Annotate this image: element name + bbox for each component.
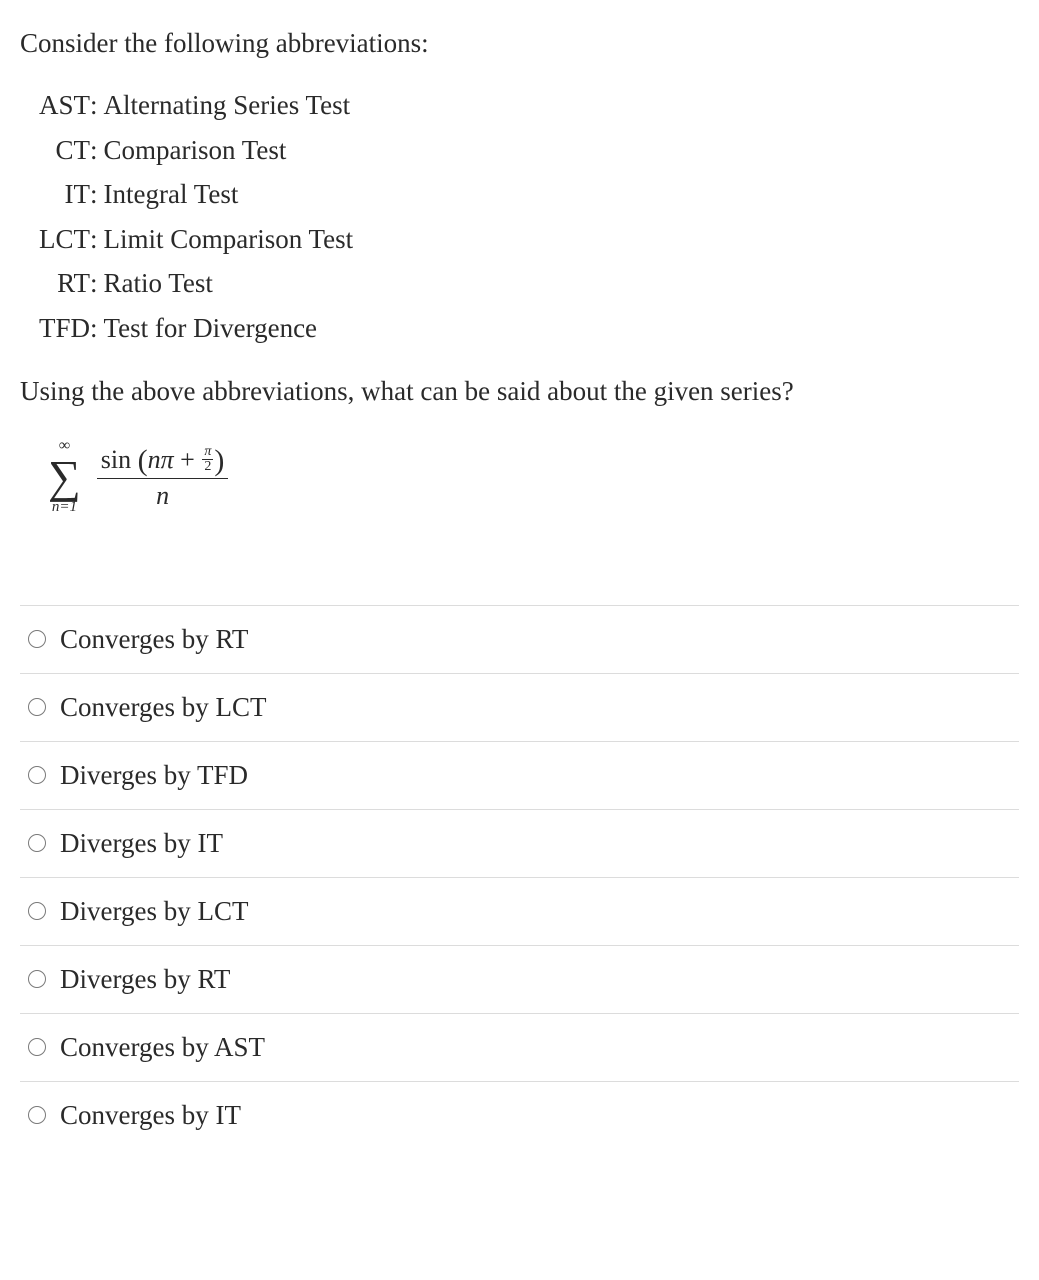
option-label: Diverges by LCT [60, 896, 248, 927]
option-label: Diverges by TFD [60, 760, 248, 791]
abbr-desc: Comparison Test [104, 128, 1019, 173]
fraction-numerator: sin (nπ + π2) [97, 442, 229, 480]
answer-option[interactable]: Converges by IT [20, 1082, 1019, 1149]
abbr-code: LCT [20, 217, 90, 262]
abbr-code: RT [20, 261, 90, 306]
answer-option[interactable]: Converges by LCT [20, 674, 1019, 742]
summation-symbol: ∞ ∑ n=1 [48, 438, 81, 514]
abbr-row: IT: Integral Test [20, 172, 1019, 217]
radio-input[interactable] [28, 1106, 46, 1124]
option-label: Converges by IT [60, 1100, 241, 1131]
question-prompt: Using the above abbreviations, what can … [20, 376, 1019, 407]
abbr-desc: Alternating Series Test [104, 83, 1019, 128]
option-label: Converges by LCT [60, 692, 266, 723]
radio-input[interactable] [28, 630, 46, 648]
abbr-row: TFD: Test for Divergence [20, 306, 1019, 351]
abbr-row: CT: Comparison Test [20, 128, 1019, 173]
radio-input[interactable] [28, 834, 46, 852]
answer-option[interactable]: Diverges by LCT [20, 878, 1019, 946]
abbr-code: TFD [20, 306, 90, 351]
abbr-row: LCT: Limit Comparison Test [20, 217, 1019, 262]
abbr-row: AST: Alternating Series Test [20, 83, 1019, 128]
radio-input[interactable] [28, 698, 46, 716]
answer-option[interactable]: Diverges by TFD [20, 742, 1019, 810]
answer-option[interactable]: Converges by RT [20, 606, 1019, 674]
abbr-row: RT: Ratio Test [20, 261, 1019, 306]
option-label: Diverges by IT [60, 828, 223, 859]
question-page: Consider the following abbreviations: AS… [0, 0, 1039, 1169]
fraction-denominator: n [156, 479, 169, 511]
answer-option[interactable]: Diverges by IT [20, 810, 1019, 878]
abbr-desc: Ratio Test [104, 261, 1019, 306]
sigma-icon: ∑ [48, 456, 81, 497]
sum-lower-limit: n=1 [52, 500, 77, 515]
radio-input[interactable] [28, 766, 46, 784]
answer-options: Converges by RT Converges by LCT Diverge… [20, 605, 1019, 1149]
radio-input[interactable] [28, 1038, 46, 1056]
radio-input[interactable] [28, 970, 46, 988]
answer-option[interactable]: Diverges by RT [20, 946, 1019, 1014]
radio-input[interactable] [28, 902, 46, 920]
option-label: Converges by RT [60, 624, 248, 655]
option-label: Diverges by RT [60, 964, 230, 995]
abbr-desc: Limit Comparison Test [104, 217, 1019, 262]
fraction: sin (nπ + π2) n [97, 442, 229, 512]
abbr-code: IT [20, 172, 90, 217]
series-formula: ∞ ∑ n=1 sin (nπ + π2) n [48, 427, 1019, 514]
answer-option[interactable]: Converges by AST [20, 1014, 1019, 1082]
intro-text: Consider the following abbreviations: [20, 28, 1019, 59]
abbr-code: AST [20, 83, 90, 128]
abbr-desc: Test for Divergence [104, 306, 1019, 351]
abbr-desc: Integral Test [104, 172, 1019, 217]
option-label: Converges by AST [60, 1032, 265, 1063]
abbr-code: CT [20, 128, 90, 173]
abbreviation-list: AST: Alternating Series Test CT: Compari… [20, 83, 1019, 350]
